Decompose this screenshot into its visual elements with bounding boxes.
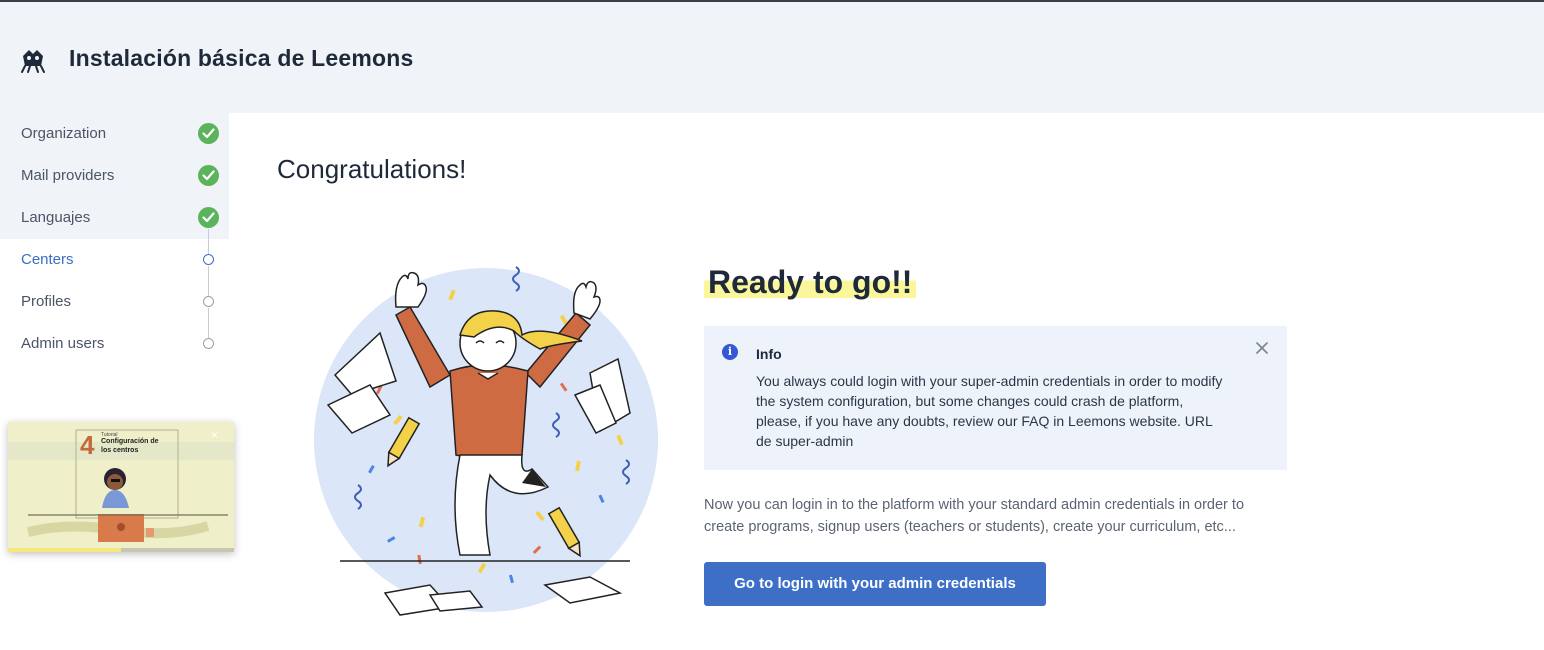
video-progress-fill — [8, 548, 121, 552]
step-connector — [208, 266, 209, 296]
leemons-logo-icon — [21, 50, 45, 73]
sidebar-item-admin-users[interactable]: Admin users — [21, 335, 104, 352]
step-connector — [208, 308, 209, 338]
app-title: Instalación básica de Leemons — [69, 45, 414, 71]
video-title-line-2: los centros — [101, 447, 139, 454]
page-title: Congratulations! — [277, 154, 467, 184]
step-connector — [208, 229, 209, 254]
sidebar-item-profiles[interactable]: Profiles — [21, 293, 71, 310]
celebration-illustration — [314, 266, 658, 616]
sidebar-item-languajes[interactable]: Languajes — [21, 209, 90, 226]
info-title: Info — [756, 346, 782, 362]
go-to-login-button[interactable]: Go to login with your admin credentials — [704, 562, 1046, 606]
step-pending-circle-icon — [203, 338, 214, 349]
sidebar-item-centers[interactable]: Centers — [21, 251, 74, 268]
description-text: Now you can login in to the platform wit… — [704, 497, 1245, 535]
tutorial-video-player[interactable]: 4 Tutorial Configuración de los centros … — [8, 422, 234, 552]
check-icon — [198, 165, 219, 186]
check-icon — [198, 207, 219, 228]
video-number: 4 — [80, 430, 95, 460]
sidebar-item-organization[interactable]: Organization — [21, 125, 106, 142]
video-close-icon[interactable]: × — [211, 428, 218, 442]
video-title-line-1: Configuración de — [101, 438, 159, 445]
check-icon — [198, 123, 219, 144]
app-header: Instalación básica de Leemons — [0, 2, 1544, 113]
step-active-circle-icon — [203, 254, 214, 265]
info-alert: i Info You always could login with your … — [704, 326, 1287, 470]
info-icon: i — [722, 344, 738, 360]
ready-heading: Ready to go!! — [704, 264, 917, 301]
step-pending-circle-icon — [203, 296, 214, 307]
info-text: You always could login with your super-a… — [756, 373, 1223, 449]
sidebar-item-mail-providers[interactable]: Mail providers — [21, 167, 114, 184]
close-icon[interactable] — [1256, 342, 1268, 354]
